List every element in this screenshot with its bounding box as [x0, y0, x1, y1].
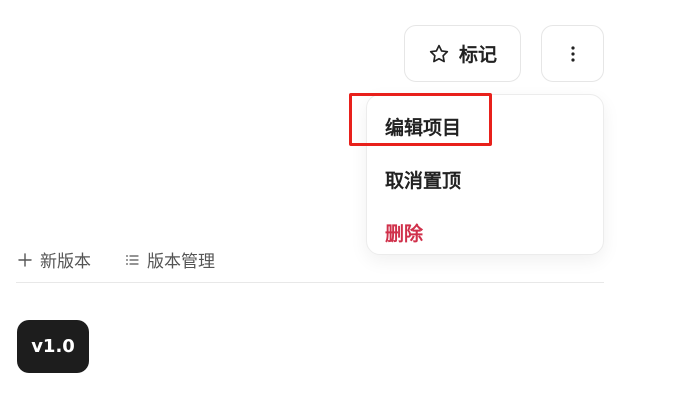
- new-version-button[interactable]: 新版本: [18, 247, 91, 272]
- star-outline-icon: [428, 43, 450, 65]
- more-options-button[interactable]: [541, 25, 604, 82]
- vertical-ellipsis-icon: [570, 45, 575, 62]
- mark-button[interactable]: 标记: [404, 25, 521, 82]
- highlight-box: [349, 93, 492, 146]
- menu-item-delete[interactable]: 删除: [385, 219, 423, 246]
- version-toolbar: 新版本 版本管理: [18, 247, 215, 272]
- new-version-label: 新版本: [40, 252, 91, 272]
- plus-icon: [18, 252, 32, 267]
- menu-item-unpin[interactable]: 取消置顶: [385, 166, 461, 193]
- version-management-label: 版本管理: [147, 252, 215, 272]
- mark-button-label: 标记: [458, 44, 497, 66]
- version-management-button[interactable]: 版本管理: [125, 247, 215, 272]
- page: 标记 编辑项目 取消置顶 删除 新版本 版本管理 v1.0: [0, 0, 696, 400]
- list-icon: [125, 253, 139, 267]
- divider: [16, 282, 604, 283]
- version-badge[interactable]: v1.0: [17, 320, 89, 373]
